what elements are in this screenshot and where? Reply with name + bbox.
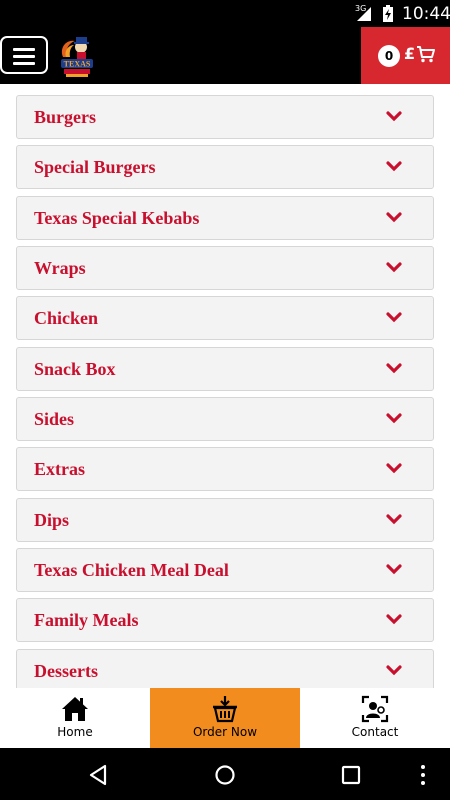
category-special-burgers[interactable]: Special Burgers [16, 145, 434, 189]
bottom-nav: Home Order Now Contact [0, 688, 450, 748]
nav-home-label: Home [57, 725, 93, 739]
category-desserts[interactable]: Desserts [16, 649, 434, 688]
category-extras[interactable]: Extras [16, 447, 434, 491]
back-icon[interactable] [88, 764, 110, 786]
chevron-down-icon [386, 665, 402, 676]
category-label: Extras [34, 459, 85, 479]
category-burgers[interactable]: Burgers [16, 95, 434, 139]
clock: 10:44 [402, 4, 450, 24]
chevron-down-icon [386, 564, 402, 575]
menu-category-list: Burgers Special Burgers Texas Special Ke… [0, 84, 450, 688]
texas-logo[interactable]: TEXAS [57, 33, 97, 79]
chevron-down-icon [386, 262, 402, 273]
cart-currency: £ [404, 44, 416, 63]
chevron-down-icon [386, 111, 402, 122]
more-options-icon[interactable] [418, 764, 428, 786]
home-icon [62, 697, 88, 721]
system-nav-bar [0, 748, 450, 800]
chevron-down-icon [386, 212, 402, 223]
chevron-down-icon [386, 514, 402, 525]
recents-icon[interactable] [340, 764, 362, 786]
category-wraps[interactable]: Wraps [16, 246, 434, 290]
cart-icon [417, 46, 435, 63]
nav-order-now[interactable]: Order Now [150, 688, 300, 748]
category-texas-special-kebabs[interactable]: Texas Special Kebabs [16, 196, 434, 240]
category-label: Dips [34, 510, 70, 530]
chevron-down-icon [386, 161, 402, 172]
status-bar: 3G 10:44 [0, 0, 450, 27]
category-label: Snack Box [34, 359, 116, 379]
chevron-down-icon [386, 413, 402, 424]
chevron-down-icon [386, 463, 402, 474]
category-label: Wraps [34, 258, 86, 278]
category-label: Sides [34, 409, 75, 429]
category-sides[interactable]: Sides [16, 397, 434, 441]
cart-count-badge: 0 [378, 45, 400, 67]
nav-home[interactable]: Home [0, 688, 150, 748]
category-snack-box[interactable]: Snack Box [16, 347, 434, 391]
battery-icon [383, 5, 393, 22]
category-label: Desserts [34, 661, 98, 681]
nav-contact[interactable]: Contact [300, 688, 450, 748]
category-label: Family Meals [34, 610, 139, 630]
home-circle-icon[interactable] [214, 764, 236, 786]
category-texas-chicken-meal-deal[interactable]: Texas Chicken Meal Deal [16, 548, 434, 592]
category-label: Burgers [34, 107, 96, 127]
category-label: Texas Chicken Meal Deal [34, 560, 229, 580]
cart-button[interactable]: 0 £ [361, 27, 450, 84]
chevron-down-icon [386, 363, 402, 374]
category-dips[interactable]: Dips [16, 498, 434, 542]
category-family-meals[interactable]: Family Meals [16, 598, 434, 642]
nav-order-now-label: Order Now [192, 725, 258, 739]
chevron-down-icon [386, 312, 402, 323]
app-header: TEXAS 0 £ [0, 27, 450, 84]
menu-button[interactable] [0, 36, 48, 74]
svg-text:TEXAS: TEXAS [64, 60, 91, 69]
chevron-down-icon [386, 614, 402, 625]
category-chicken[interactable]: Chicken [16, 296, 434, 340]
basket-icon [213, 696, 237, 723]
nav-contact-label: Contact [351, 725, 399, 739]
contact-icon [361, 695, 389, 723]
category-label: Special Burgers [34, 157, 156, 177]
category-label: Chicken [34, 308, 99, 328]
signal-icon [357, 7, 371, 21]
category-label: Texas Special Kebabs [34, 208, 200, 228]
